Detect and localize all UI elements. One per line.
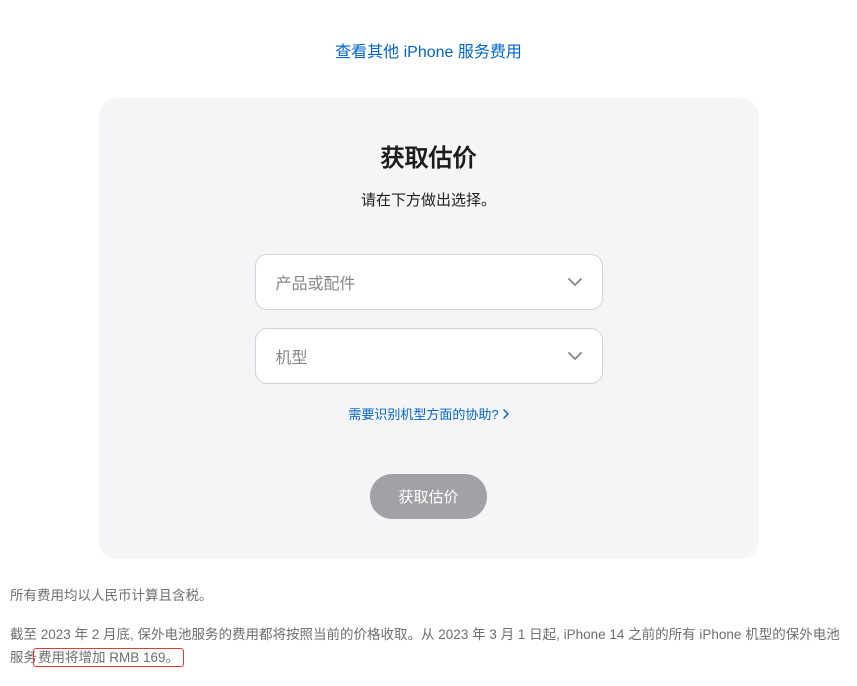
chevron-down-icon bbox=[568, 278, 582, 286]
other-services-link[interactable]: 查看其他 iPhone 服务费用 bbox=[335, 44, 522, 61]
model-select[interactable]: 机型 bbox=[255, 328, 603, 384]
help-link-text: 需要识别机型方面的协助? bbox=[348, 404, 498, 423]
card-subtitle: 请在下方做出选择。 bbox=[129, 189, 729, 210]
product-select-wrapper: 产品或配件 bbox=[255, 254, 603, 310]
chevron-right-icon bbox=[503, 409, 509, 419]
model-select-wrapper: 机型 bbox=[255, 328, 603, 384]
footer-text: 所有费用均以人民币计算且含税。 截至 2023 年 2 月底, 保外电池服务的费… bbox=[10, 585, 847, 670]
product-select[interactable]: 产品或配件 bbox=[255, 254, 603, 310]
model-select-placeholder: 机型 bbox=[276, 344, 308, 368]
card-title: 获取估价 bbox=[129, 138, 729, 173]
estimate-card: 获取估价 请在下方做出选择。 产品或配件 机型 需要识别机型方面的协助? 获取估… bbox=[99, 98, 759, 559]
get-estimate-button[interactable]: 获取估价 bbox=[370, 474, 486, 519]
model-help-link[interactable]: 需要识别机型方面的协助? bbox=[348, 404, 508, 423]
footer-line-1: 所有费用均以人民币计算且含税。 bbox=[10, 585, 847, 608]
top-link-wrapper: 查看其他 iPhone 服务费用 bbox=[0, 38, 857, 62]
price-highlight: 费用将增加 RMB 169。 bbox=[33, 648, 184, 667]
product-select-placeholder: 产品或配件 bbox=[276, 270, 356, 294]
help-link-wrapper: 需要识别机型方面的协助? bbox=[129, 404, 729, 424]
submit-wrapper: 获取估价 bbox=[129, 474, 729, 519]
chevron-down-icon bbox=[568, 352, 582, 360]
